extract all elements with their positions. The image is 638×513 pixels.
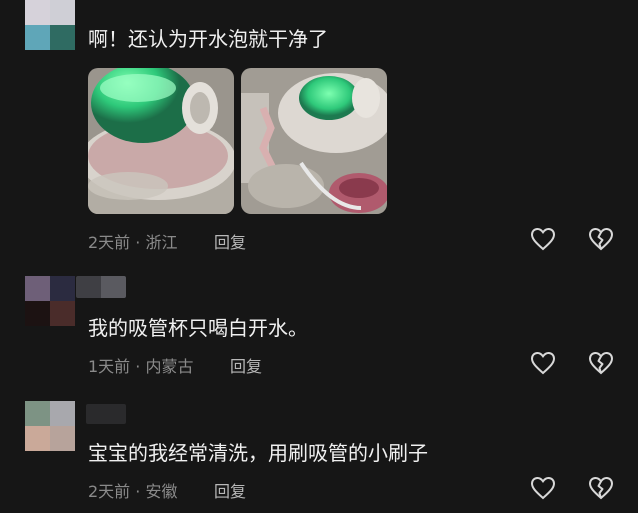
comment-time: 2天前 <box>88 482 131 501</box>
comment-text: 宝宝的我经常清洗，用刷吸管的小刷子 <box>88 441 428 465</box>
heart-outline-icon[interactable] <box>530 227 556 251</box>
meta-separator: · <box>130 233 146 252</box>
broken-heart-outline-icon[interactable] <box>588 476 614 500</box>
username-blurred <box>86 404 126 424</box>
avatar[interactable] <box>25 0 75 50</box>
comment-meta: 1天前 · 内蒙古 <box>88 353 193 377</box>
comment-meta: 2天前 · 浙江 <box>88 229 177 253</box>
meta-separator: · <box>130 482 146 501</box>
avatar[interactable] <box>25 401 75 451</box>
broken-heart-outline-icon[interactable] <box>588 351 614 375</box>
comment-meta: 2天前 · 安徽 <box>88 478 177 502</box>
meta-separator: · <box>130 357 146 376</box>
heart-outline-icon[interactable] <box>530 476 556 500</box>
comment-text: 我的吸管杯只喝白开水。 <box>88 316 308 340</box>
comment-location: 内蒙古 <box>145 357 194 376</box>
photo-image <box>88 68 234 214</box>
photo-image <box>241 68 387 214</box>
heart-outline-icon[interactable] <box>530 351 556 375</box>
comment-text: 啊！还认为开水泡就干净了 <box>88 27 328 51</box>
comment-photo[interactable] <box>241 68 387 214</box>
comment-location: 浙江 <box>145 233 178 252</box>
reply-button[interactable]: 回复 <box>214 478 246 502</box>
reply-button[interactable]: 回复 <box>214 229 246 253</box>
broken-heart-outline-icon[interactable] <box>588 227 614 251</box>
comment-location: 安徽 <box>145 482 178 501</box>
comment-photo[interactable] <box>88 68 234 214</box>
comment-time: 1天前 <box>88 357 131 376</box>
username-blurred <box>76 276 126 298</box>
comment-time: 2天前 <box>88 233 131 252</box>
reply-button[interactable]: 回复 <box>230 353 262 377</box>
avatar[interactable] <box>25 276 75 326</box>
